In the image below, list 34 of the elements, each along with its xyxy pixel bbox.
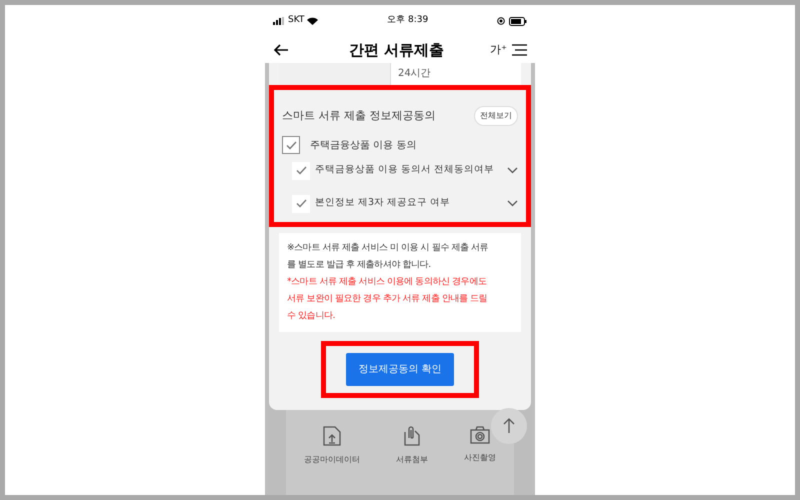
carrier-name: SKT — [288, 14, 304, 28]
lock-rotation-icon — [497, 17, 505, 25]
menu-icon[interactable] — [512, 44, 527, 56]
method-label[interactable]: 사진촬영 — [464, 452, 496, 464]
view-all-button[interactable]: 전체보기 — [474, 106, 518, 126]
chevron-down-icon[interactable] — [507, 200, 518, 207]
page-title: 간편 서류제출 — [348, 40, 444, 61]
checkmark-icon — [296, 199, 306, 208]
back-arrow-icon[interactable] — [273, 44, 289, 56]
table-cell-text: 24시간 — [397, 67, 431, 81]
consent-label: 주택금융상품 이용 동의 — [310, 138, 416, 152]
checkbox[interactable] — [292, 162, 310, 180]
consent-title: 스마트 서류 제출 정보제공동의 — [282, 108, 436, 124]
chevron-down-icon[interactable] — [507, 167, 518, 174]
consent-item-label: 주택금융상품 이용 동의서 전체동의여부 — [315, 163, 496, 178]
signal-icon — [273, 17, 285, 25]
document-upload-icon — [323, 426, 341, 446]
paperclip-document-icon — [403, 426, 421, 446]
checkmark-icon — [296, 166, 306, 175]
warning-text: *스마트 서류 제출 서비스 이용에 동의하신 경우에도 서류 보완이 필요한 경우 추가 서류 제출 안내를 드릴 수 있습니다. — [287, 276, 488, 323]
status-time: 오후 8:39 — [387, 14, 428, 28]
method-label[interactable]: 공공마이데이터 — [304, 454, 360, 466]
wifi-icon — [307, 17, 318, 25]
notice-text: ※스마트 서류 제출 서비스 미 이용 시 필수 제출 서류를 별도로 발급 후 제출하셔야 합니다. — [287, 242, 490, 272]
method-label[interactable]: 서류첨부 — [396, 454, 428, 466]
checkmark-icon — [286, 140, 296, 150]
checkbox[interactable] — [282, 136, 300, 154]
arrow-up-icon — [503, 418, 515, 434]
battery-icon — [509, 16, 527, 26]
checkbox[interactable] — [292, 194, 310, 212]
camera-icon — [470, 426, 490, 444]
confirm-button[interactable]: 정보제공동의 확인 — [346, 353, 454, 386]
consent-item-label: 본인정보 제3자 제공요구 여부 — [315, 196, 452, 210]
font-size-button[interactable]: 가⁺ — [490, 42, 507, 58]
